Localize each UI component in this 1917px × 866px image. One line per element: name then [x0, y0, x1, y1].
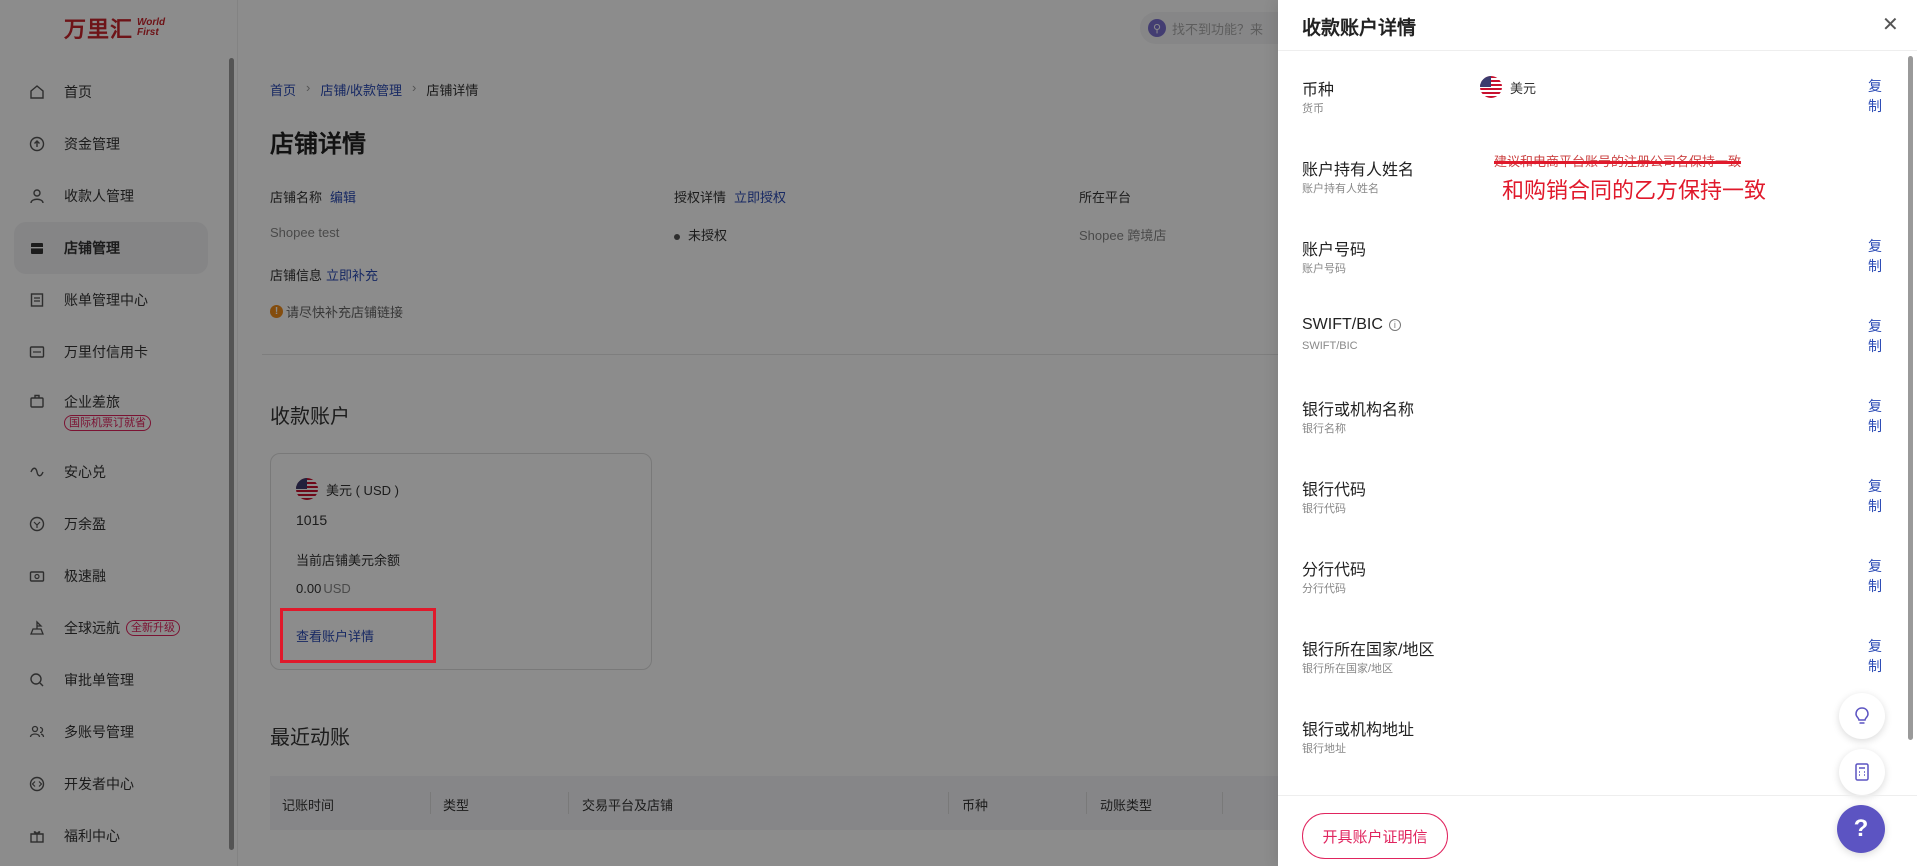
row-sublabel: 账户持有人姓名	[1302, 183, 1379, 195]
row-label: 账户持有人姓名	[1302, 162, 1415, 179]
highlight-annotation	[280, 608, 436, 663]
drawer-scrollbar[interactable]	[1908, 56, 1913, 740]
struck-annotation: 建议和电商平台账号的注册公司名保持一致	[1494, 154, 1742, 169]
copy-button[interactable]: 复制	[1868, 476, 1882, 516]
detail-row-bank-code: 银行代码 银行代码 复制	[1302, 476, 1882, 546]
info-icon[interactable]: i	[1388, 319, 1401, 331]
help-icon[interactable]: ?	[1837, 805, 1885, 853]
detail-row-account-number: 账户号码 账户号码 复制	[1302, 236, 1882, 306]
row-sublabel: 账户号码	[1302, 263, 1346, 275]
detail-row-branch-code: 分行代码 分行代码 复制	[1302, 556, 1882, 626]
row-label: 银行或机构名称	[1302, 402, 1415, 419]
detail-row-bank-country: 银行所在国家/地区 银行所在国家/地区 复制	[1302, 636, 1882, 706]
drawer-header: 收款账户详情 ✕	[1278, 0, 1917, 51]
copy-button[interactable]: 复制	[1868, 316, 1882, 356]
row-label: 币种	[1302, 82, 1335, 99]
row-label: 银行或机构地址	[1302, 722, 1415, 739]
copy-button[interactable]: 复制	[1868, 236, 1882, 276]
us-flag-icon	[1480, 76, 1502, 98]
modal-overlay[interactable]	[0, 0, 1278, 866]
drawer-title: 收款账户详情	[1302, 18, 1417, 39]
issue-certificate-button[interactable]: 开具账户证明信	[1302, 813, 1448, 859]
account-details-drawer: 收款账户详情 ✕ 币种 货币 美元 复制 账户持有人姓名 账户持有人姓名 建议和…	[1278, 0, 1917, 866]
detail-row-swift: SWIFT/BIC i SWIFT/BIC 复制	[1302, 316, 1882, 386]
row-label: 账户号码	[1302, 242, 1367, 259]
copy-button[interactable]: 复制	[1868, 556, 1882, 596]
calculator-icon[interactable]	[1839, 749, 1885, 795]
row-sublabel: 银行所在国家/地区	[1302, 663, 1394, 675]
detail-row-holder-name: 账户持有人姓名 账户持有人姓名 建议和电商平台账号的注册公司名保持一致 和购销合…	[1302, 154, 1882, 226]
row-sublabel: 银行代码	[1302, 503, 1346, 515]
lightbulb-icon[interactable]	[1839, 693, 1885, 739]
close-icon[interactable]: ✕	[1882, 12, 1899, 37]
currency-value: 美元	[1480, 76, 1536, 98]
detail-row-currency: 币种 货币 美元 复制	[1302, 76, 1882, 146]
copy-button[interactable]: 复制	[1868, 396, 1882, 436]
row-sublabel: SWIFT/BIC	[1302, 340, 1358, 352]
row-label: 银行代码	[1302, 482, 1367, 499]
detail-row-bank-address: 银行或机构地址 银行地址	[1302, 716, 1882, 786]
row-sublabel: 货币	[1302, 103, 1324, 115]
red-annotation: 和购销合同的乙方保持一致	[1502, 178, 1767, 203]
row-sublabel: 分行代码	[1302, 583, 1346, 595]
row-sublabel: 银行名称	[1302, 423, 1346, 435]
copy-button[interactable]: 复制	[1868, 76, 1882, 116]
row-sublabel: 银行地址	[1302, 743, 1346, 755]
row-label: 银行所在国家/地区	[1302, 642, 1435, 659]
copy-button[interactable]: 复制	[1868, 636, 1882, 676]
row-label: 分行代码	[1302, 562, 1367, 579]
drawer-footer: 开具账户证明信	[1278, 795, 1917, 866]
detail-row-bank-name: 银行或机构名称 银行名称 复制	[1302, 396, 1882, 466]
row-label: SWIFT/BIC i	[1302, 316, 1401, 334]
